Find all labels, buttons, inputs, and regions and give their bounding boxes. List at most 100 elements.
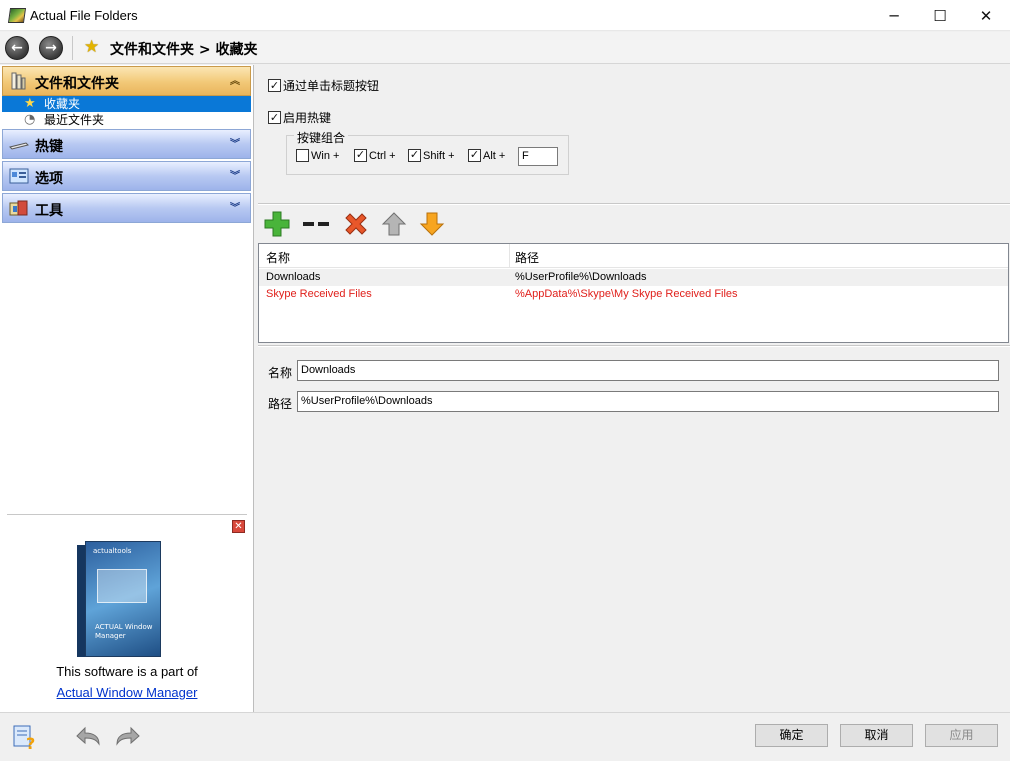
plus-icon: [264, 211, 290, 237]
star-icon: ★: [84, 37, 100, 57]
move-down-button[interactable]: [418, 210, 446, 238]
cell-name: Skype Received Files: [266, 288, 372, 300]
back-button[interactable]: ←: [5, 36, 29, 60]
keyboard-icon: [9, 142, 29, 150]
path-input[interactable]: %UserProfile%\Downloads: [297, 391, 999, 412]
product-logo: actualtools: [93, 547, 132, 555]
shift-modifier-checkbox[interactable]: ✓ Shift +: [408, 149, 455, 162]
title-button-checkbox[interactable]: ✓ 通过单击标题按钮: [268, 77, 379, 94]
app-icon: [7, 8, 27, 23]
hotkey-key-input[interactable]: F: [518, 147, 558, 166]
delete-button[interactable]: [342, 210, 370, 238]
sidebar-item-favorites[interactable]: ★ 收藏夹: [2, 96, 251, 112]
checkbox-label: Shift +: [423, 149, 455, 162]
chevron-down-icon: ︾: [230, 203, 240, 214]
cell-name: Downloads: [266, 271, 321, 283]
delete-x-icon: [345, 213, 367, 235]
hotkey-combination-group: 按键组合 Win + ✓ Ctrl + ✓ Shift + ✓ Alt + F: [286, 129, 569, 175]
forward-arrow-icon: →: [45, 40, 57, 56]
ok-button[interactable]: 确定: [755, 724, 828, 747]
sidebar-category-hotkeys[interactable]: 热键 ︾: [2, 129, 251, 159]
checkbox-label: Ctrl +: [369, 149, 396, 162]
sidebar-category-label: 文件和文件夹: [35, 76, 119, 92]
checkbox-label: 通过单击标题按钮: [283, 79, 380, 93]
sidebar-category-tools[interactable]: 工具 ︾: [2, 193, 251, 223]
remove-button[interactable]: [302, 210, 330, 238]
help-button[interactable]: ?: [12, 723, 40, 753]
options-icon: [9, 168, 29, 184]
help-icon: ?: [13, 725, 35, 753]
column-separator: [509, 244, 510, 268]
enable-hotkey-checkbox[interactable]: ✓ 启用热键: [268, 109, 331, 126]
sidebar: 文件和文件夹 ︽ ★ 收藏夹 ◔ 最近文件夹 热键 ︾ 选项 ︾ 工具 ︾ ✕ …: [0, 65, 254, 712]
sidebar-category-label: 选项: [35, 171, 63, 187]
arrow-up-icon: [381, 212, 407, 236]
ctrl-modifier-checkbox[interactable]: ✓ Ctrl +: [354, 149, 396, 162]
sidebar-category-files[interactable]: 文件和文件夹 ︽: [2, 66, 251, 96]
sidebar-category-label: 工具: [35, 203, 63, 219]
main-panel: ✓ 通过单击标题按钮 ✓ 启用热键 按键组合 Win + ✓ Ctrl + ✓ …: [258, 65, 1010, 712]
checkbox-label: 启用热键: [283, 111, 332, 125]
path-label: 路径: [268, 397, 293, 411]
checkbox-label: Win +: [311, 149, 340, 162]
divider: [258, 203, 1010, 205]
win-modifier-checkbox[interactable]: Win +: [296, 149, 339, 162]
promo-link[interactable]: Actual Window Manager: [7, 685, 247, 700]
cancel-button[interactable]: 取消: [840, 724, 913, 747]
checkbox-box: ✓: [408, 149, 421, 162]
sidebar-item-recent-folders[interactable]: ◔ 最近文件夹: [2, 112, 251, 128]
sidebar-item-label: 最近文件夹: [44, 113, 105, 127]
svg-text:?: ?: [26, 734, 35, 751]
window-title: Actual File Folders: [30, 8, 138, 23]
undo-icon: [76, 726, 100, 746]
promo-panel: ✕ actualtools ACTUAL Window Manager This…: [7, 514, 247, 706]
product-box-title: ACTUAL Window Manager: [95, 623, 153, 640]
checkbox-box: ✓: [268, 111, 281, 124]
minimize-button[interactable]: ─: [871, 0, 917, 31]
alt-modifier-checkbox[interactable]: ✓ Alt +: [468, 149, 505, 162]
column-header-name[interactable]: 名称: [266, 249, 290, 266]
folder-icon: [11, 72, 26, 90]
tools-icon: [9, 200, 28, 216]
promo-close-icon[interactable]: ✕: [232, 520, 245, 533]
forward-button[interactable]: →: [39, 36, 63, 60]
list-toolbar: [258, 207, 1010, 241]
checkbox-box: ✓: [468, 149, 481, 162]
name-label: 名称: [268, 366, 293, 380]
checkbox-box: ✓: [354, 149, 367, 162]
sidebar-subitems: ★ 收藏夹 ◔ 最近文件夹: [2, 96, 251, 129]
cell-path: %AppData%\Skype\My Skype Received Files: [515, 288, 738, 300]
back-arrow-icon: ←: [11, 40, 23, 56]
checkbox-label: Alt +: [483, 149, 506, 162]
nav-separator: [72, 36, 73, 60]
checkbox-box: ✓: [268, 79, 281, 92]
redo-icon: [116, 726, 140, 746]
favorites-list[interactable]: 名称 路径 Downloads %UserProfile%\Downloads …: [258, 243, 1009, 343]
table-row[interactable]: Skype Received Files %AppData%\Skype\My …: [259, 286, 1008, 303]
chevron-up-icon: ︽: [230, 76, 240, 87]
apply-button[interactable]: 应用: [925, 724, 998, 747]
close-button[interactable]: ✕: [963, 0, 1009, 31]
clock-icon: ◔: [24, 112, 36, 127]
sidebar-category-options[interactable]: 选项 ︾: [2, 161, 251, 191]
list-header: 名称 路径: [259, 244, 1008, 268]
product-box-image: actualtools ACTUAL Window Manager: [77, 541, 167, 657]
navigation-bar: ← → ★ 文件和文件夹 > 收藏夹: [0, 32, 1010, 64]
column-header-path[interactable]: 路径: [515, 249, 539, 266]
promo-text: This software is a part of: [56, 664, 198, 679]
checkbox-box: [296, 149, 309, 162]
move-up-button[interactable]: [380, 210, 408, 238]
bottom-bar: ? 确定 取消 应用: [0, 712, 1010, 761]
add-button[interactable]: [263, 210, 291, 238]
group-legend: 按键组合: [294, 129, 349, 146]
chevron-down-icon: ︾: [230, 171, 240, 182]
redo-button[interactable]: [114, 724, 142, 748]
table-row[interactable]: Downloads %UserProfile%\Downloads: [259, 269, 1008, 286]
undo-button[interactable]: [74, 724, 102, 748]
separator-icon: [303, 222, 329, 226]
cell-path: %UserProfile%\Downloads: [515, 271, 647, 283]
name-input[interactable]: Downloads: [297, 360, 999, 381]
maximize-button[interactable]: ☐: [917, 0, 963, 31]
breadcrumb: 文件和文件夹 > 收藏夹: [110, 42, 258, 58]
sidebar-category-label: 热键: [35, 139, 63, 155]
